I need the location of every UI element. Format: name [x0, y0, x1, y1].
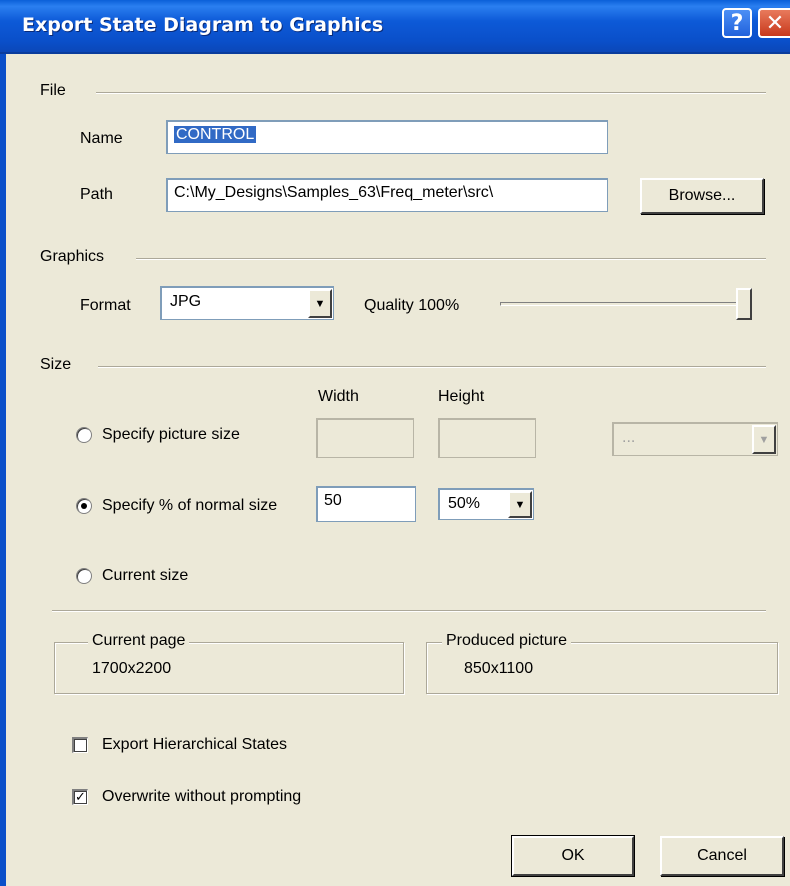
- chevron-down-icon[interactable]: ▼: [508, 491, 532, 518]
- window-title: Export State Diagram to Graphics: [22, 14, 384, 36]
- specify-percent-radio[interactable]: [76, 498, 92, 514]
- overwrite-label: Overwrite without prompting: [102, 788, 302, 805]
- current-size-radio[interactable]: [76, 568, 92, 584]
- name-input-value: CONTROL: [174, 126, 257, 143]
- specify-picture-size-label: Specify picture size: [102, 426, 240, 443]
- quality-slider-track[interactable]: [500, 302, 752, 306]
- path-input-value: C:\My_Designs\Samples_63\Freq_meter\src\: [174, 184, 494, 201]
- export-hierarchical-checkbox[interactable]: [72, 737, 88, 753]
- size-bottom-divider: [52, 610, 766, 612]
- specify-picture-size-radio[interactable]: [76, 427, 92, 443]
- percent-input[interactable]: 50: [316, 486, 416, 522]
- name-label: Name: [80, 130, 123, 147]
- current-size-label: Current size: [102, 567, 189, 584]
- file-group-label: File: [40, 82, 66, 99]
- format-select[interactable]: JPG ▼: [160, 286, 334, 320]
- overwrite-checkbox[interactable]: ✓: [72, 789, 88, 805]
- path-input[interactable]: C:\My_Designs\Samples_63\Freq_meter\src\: [166, 178, 608, 212]
- file-group-divider: [96, 92, 766, 94]
- specify-percent-label: Specify % of normal size: [102, 497, 278, 514]
- graphics-group-label: Graphics: [40, 248, 105, 265]
- close-icon: ✕: [765, 10, 785, 36]
- produced-picture-legend: Produced picture: [442, 632, 571, 650]
- unit-select[interactable]: ... ▼: [612, 422, 778, 456]
- browse-button-label: Browse...: [668, 187, 736, 204]
- width-input[interactable]: [316, 418, 414, 458]
- size-group-divider: [98, 366, 766, 368]
- height-input[interactable]: [438, 418, 536, 458]
- quality-slider-thumb[interactable]: [736, 288, 752, 320]
- close-button[interactable]: ✕: [758, 8, 790, 38]
- export-hierarchical-label: Export Hierarchical States: [102, 736, 287, 753]
- help-button[interactable]: ?: [722, 8, 752, 38]
- browse-button[interactable]: Browse...: [640, 178, 764, 214]
- cancel-button-label: Cancel: [697, 847, 747, 864]
- percent-select-value: 50%: [448, 495, 481, 512]
- ok-button-label: OK: [561, 847, 585, 864]
- height-header: Height: [438, 388, 485, 405]
- title-bar: Export State Diagram to Graphics ? ✕: [0, 0, 790, 54]
- help-icon: ?: [730, 10, 744, 36]
- window-border: [0, 54, 6, 886]
- quality-label: Quality 100%: [364, 297, 460, 314]
- unit-select-value: ...: [622, 429, 636, 446]
- current-page-value: 1700x2200: [92, 660, 172, 677]
- width-header: Width: [318, 388, 359, 405]
- size-group-label: Size: [40, 356, 72, 373]
- percent-input-value: 50: [324, 492, 342, 509]
- chevron-down-icon[interactable]: ▼: [752, 425, 776, 454]
- graphics-group-divider: [136, 258, 766, 260]
- produced-picture-value: 850x1100: [464, 660, 534, 677]
- format-select-value: JPG: [170, 293, 202, 310]
- checkmark-icon: ✓: [75, 789, 86, 804]
- ok-button[interactable]: OK: [511, 835, 635, 877]
- name-input[interactable]: CONTROL: [166, 120, 608, 154]
- chevron-down-icon[interactable]: ▼: [308, 289, 332, 318]
- current-page-legend: Current page: [88, 632, 190, 650]
- format-label: Format: [80, 297, 131, 314]
- cancel-button[interactable]: Cancel: [660, 836, 784, 876]
- percent-select[interactable]: 50% ▼: [438, 488, 534, 520]
- path-label: Path: [80, 186, 113, 203]
